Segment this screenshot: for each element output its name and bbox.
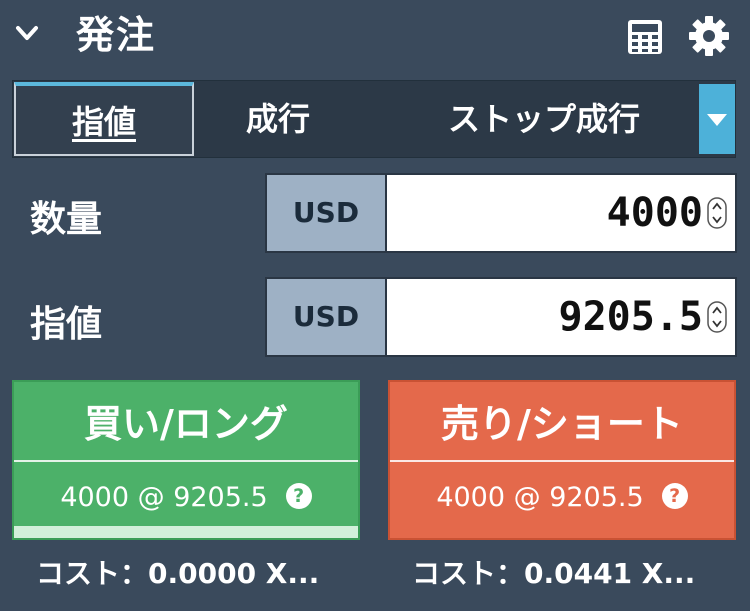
buy-cost: コスト：0.0000 X...: [36, 557, 320, 590]
quantity-input[interactable]: 4000: [391, 175, 703, 251]
quantity-label: 数量: [30, 199, 103, 240]
sell-order-summary: 4000 @ 9205.5?: [390, 468, 734, 528]
buy-summary-text: 4000 @ 9205.5: [60, 482, 268, 513]
quantity-field: USD 4000: [265, 173, 737, 253]
sell-button-label: 売り/ショート: [441, 402, 683, 446]
caret-down-icon: [707, 114, 727, 126]
buy-button-label: 買い/ロング: [84, 402, 288, 446]
limit-price-input[interactable]: 9205.5: [391, 279, 704, 355]
limit-price-currency: USD: [267, 279, 387, 355]
limit-price-label: 指値: [30, 304, 103, 345]
buy-long-button[interactable]: 買い/ロング 4000 @ 9205.5?: [12, 380, 360, 540]
help-icon[interactable]: ?: [285, 482, 312, 509]
buy-order-summary: 4000 @ 9205.5?: [14, 468, 358, 528]
sell-summary-text: 4000 @ 9205.5: [436, 482, 644, 513]
calculator-icon[interactable]: [626, 18, 664, 56]
quantity-currency: USD: [267, 175, 387, 251]
stepper-icon: [707, 197, 727, 229]
sell-short-button[interactable]: 売り/ショート 4000 @ 9205.5?: [388, 380, 736, 540]
order-type-tabs: 指値 成行 ストップ成行: [12, 80, 736, 158]
panel-title: 発注: [76, 13, 157, 57]
collapse-chevron-icon[interactable]: [14, 20, 40, 46]
gear-icon[interactable]: [688, 15, 730, 57]
limit-price-field: USD 9205.5: [265, 277, 737, 357]
limit-price-stepper[interactable]: [707, 301, 727, 333]
quantity-stepper[interactable]: [707, 197, 727, 229]
tab-market[interactable]: 成行: [213, 81, 343, 157]
sell-button-divider: [390, 460, 734, 462]
sell-cost: コスト：0.0441 X...: [412, 557, 696, 590]
tab-limit[interactable]: 指値: [14, 82, 194, 156]
order-type-dropdown-button[interactable]: [699, 84, 735, 154]
buy-button-divider: [14, 460, 358, 462]
buy-button-bottom-bar: [14, 526, 358, 538]
chevron-down-icon: [16, 26, 38, 40]
stepper-icon: [707, 301, 727, 333]
help-icon[interactable]: ?: [661, 482, 688, 509]
tab-stop-market[interactable]: ストップ成行: [405, 81, 683, 157]
